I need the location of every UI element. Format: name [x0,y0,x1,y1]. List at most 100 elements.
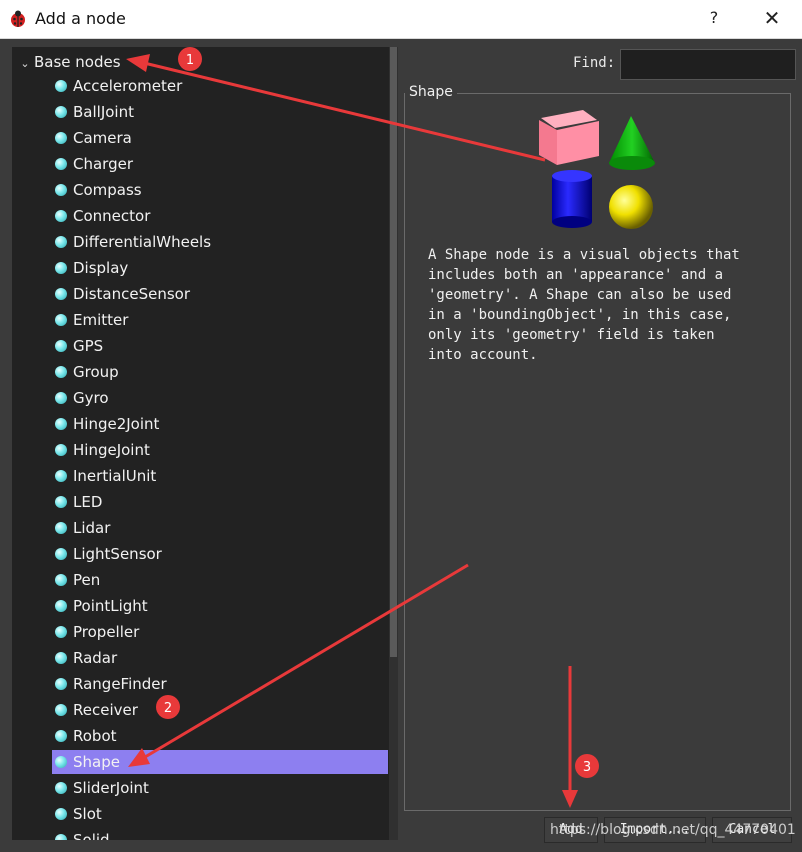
tree-item-label: Accelerometer [73,77,183,95]
tree-item[interactable]: Solid [52,828,388,840]
node-tree[interactable]: ⌄ Base nodes Accelerometer BallJoint Camera… [12,47,397,840]
chevron-down-icon[interactable]: ⌄ [16,53,34,75]
tree-item-label: Hinge2Joint [73,415,160,433]
node-bullet-icon [55,652,67,664]
scrollbar-thumb[interactable] [390,47,397,657]
tree-item[interactable]: RangeFinder [52,672,388,696]
tree-item[interactable]: Lidar [52,516,388,540]
tree-root-base-nodes[interactable]: ⌄ Base nodes [16,51,121,75]
node-bullet-icon [55,626,67,638]
node-bullet-icon [55,834,67,840]
close-button[interactable]: ✕ [758,8,786,30]
tree-item-label: Slot [73,805,102,823]
detail-title: Shape [405,84,457,100]
tree-item[interactable]: Slot [52,802,388,826]
tree-item[interactable]: Accelerometer [52,74,388,98]
tree-item[interactable]: PointLight [52,594,388,618]
tree-item-label: Connector [73,207,151,225]
node-bullet-icon [55,236,67,248]
tree-item[interactable]: Shape [52,750,388,774]
node-bullet-icon [55,730,67,742]
node-description: A Shape node is a visual objects that in… [428,247,740,363]
tree-item[interactable]: Camera [52,126,388,150]
tree-item-label: Shape [73,753,120,771]
node-bullet-icon [55,366,67,378]
node-bullet-icon [55,808,67,820]
node-bullet-icon [55,600,67,612]
node-bullet-icon [55,158,67,170]
tree-root-label: Base nodes [34,53,121,71]
tree-item-label: Robot [73,727,117,745]
node-bullet-icon [55,444,67,456]
node-bullet-icon [55,418,67,430]
node-bullet-icon [55,132,67,144]
tree-item-label: LED [73,493,103,511]
find-label: Find: [573,55,616,71]
shape-preview-image [539,110,655,229]
tree-item-label: Radar [73,649,118,667]
tree-item-label: GPS [73,337,104,355]
node-bullet-icon [55,80,67,92]
tree-item[interactable]: LightSensor [52,542,388,566]
tree-item[interactable]: Display [52,256,388,280]
node-bullet-icon [55,756,67,768]
tree-item[interactable]: Connector [52,204,388,228]
tree-item-label: DifferentialWheels [73,233,212,251]
tree-item-label: Lidar [73,519,111,537]
watermark: https://blog.csdn.net/qq_44770401 [550,822,796,838]
node-bullet-icon [55,496,67,508]
node-bullet-icon [55,288,67,300]
node-bullet-icon [55,522,67,534]
tree-item-label: PointLight [73,597,148,615]
tree-item-label: RangeFinder [73,675,167,693]
tree-item[interactable]: GPS [52,334,388,358]
tree-item[interactable]: SliderJoint [52,776,388,800]
node-bullet-icon [55,210,67,222]
node-bullet-icon [55,704,67,716]
node-bullet-icon [55,392,67,404]
node-bullet-icon [55,470,67,482]
tree-item[interactable]: Hinge2Joint [52,412,388,436]
tree-item[interactable]: LED [52,490,388,514]
tree-item-label: Propeller [73,623,140,641]
tree-item[interactable]: Robot [52,724,388,748]
find-input[interactable] [620,49,796,80]
tree-item-label: SliderJoint [73,779,149,797]
tree-item[interactable]: Receiver [52,698,388,722]
tree-item-label: Emitter [73,311,129,329]
tree-item[interactable]: DifferentialWheels [52,230,388,254]
tree-item[interactable]: Compass [52,178,388,202]
node-bullet-icon [55,574,67,586]
tree-item[interactable]: InertialUnit [52,464,388,488]
tree-item-label: Camera [73,129,132,147]
tree-scrollbar[interactable] [389,47,398,840]
title-bar: Add a node ? ✕ [0,0,802,39]
tree-item-label: LightSensor [73,545,162,563]
tree-item-label: BallJoint [73,103,134,121]
tree-item[interactable]: Emitter [52,308,388,332]
tree-item-label: Compass [73,181,142,199]
tree-item[interactable]: Group [52,360,388,384]
help-button[interactable]: ? [700,8,728,30]
tree-item[interactable]: Radar [52,646,388,670]
tree-item[interactable]: Propeller [52,620,388,644]
node-bullet-icon [55,184,67,196]
tree-item[interactable]: HingeJoint [52,438,388,462]
tree-item-label: Charger [73,155,133,173]
tree-item-label: Solid [73,831,110,840]
tree-item[interactable]: DistanceSensor [52,282,388,306]
node-bullet-icon [55,106,67,118]
window-title: Add a node [35,9,126,28]
tree-item-label: Display [73,259,129,277]
node-bullet-icon [55,262,67,274]
node-bullet-icon [55,340,67,352]
tree-item-label: Pen [73,571,101,589]
tree-item[interactable]: BallJoint [52,100,388,124]
tree-item[interactable]: Charger [52,152,388,176]
node-bullet-icon [55,548,67,560]
tree-item[interactable]: Gyro [52,386,388,410]
tree-item[interactable]: Pen [52,568,388,592]
tree-item-label: Receiver [73,701,138,719]
node-bullet-icon [55,314,67,326]
ladybug-icon [11,10,25,27]
